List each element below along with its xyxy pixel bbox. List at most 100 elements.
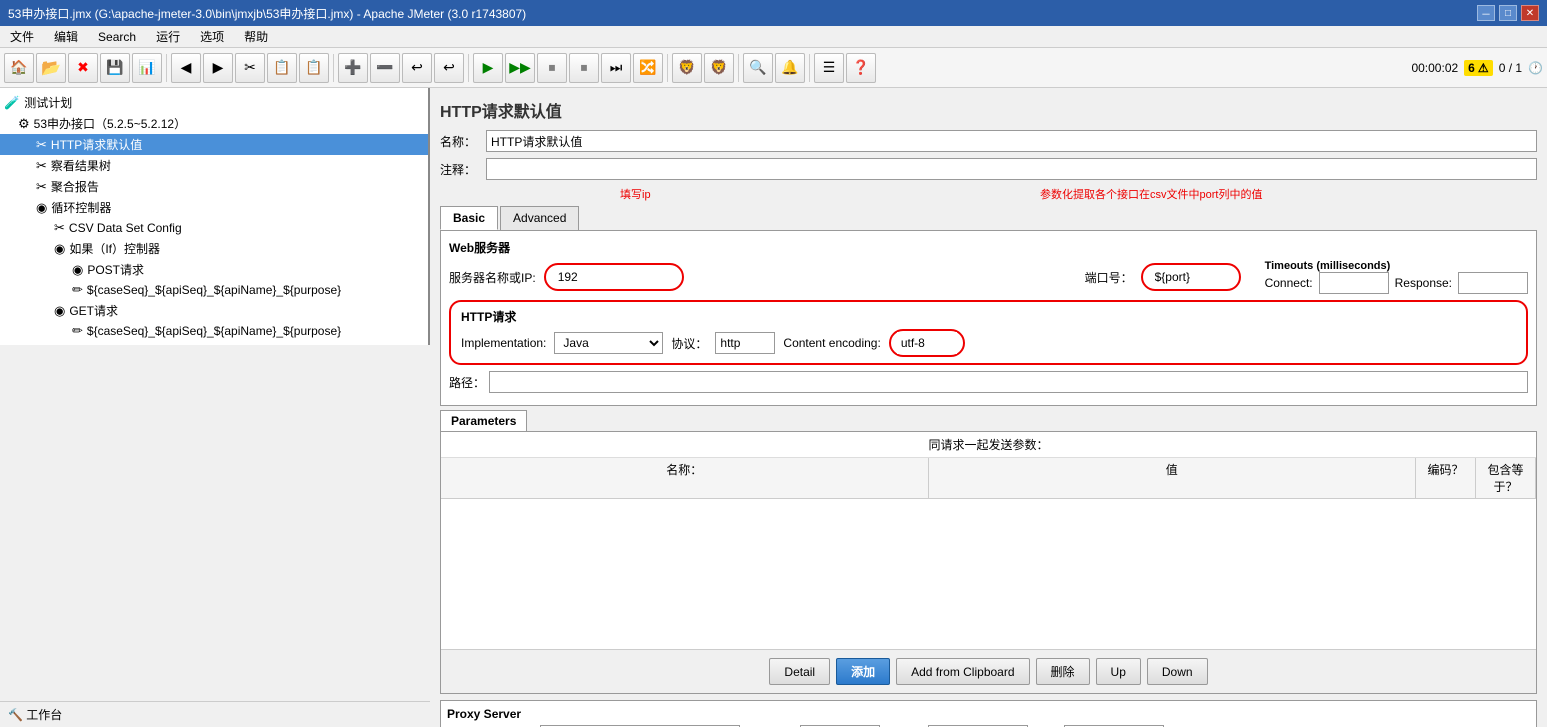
path-input[interactable] — [489, 371, 1528, 393]
post-label: POST请求 — [87, 261, 144, 278]
parameters-section: Parameters 同请求一起发送参数： 名称： 值 编码？ 包含等于？ De… — [440, 410, 1537, 694]
main-layout: 🧪 测试计划 ⚙ 53申办接口（5.2.5~5.2.12） ✂ HTTP请求默认… — [0, 88, 1547, 727]
minimize-button[interactable]: － — [1477, 5, 1495, 21]
params-box: 同请求一起发送参数： 名称： 值 编码？ 包含等于？ Detail 添加 Add… — [440, 431, 1537, 694]
port-input[interactable] — [1151, 266, 1231, 288]
toolbar-back[interactable]: ◀ — [171, 53, 201, 83]
toolbar-sep5 — [738, 54, 739, 82]
close-button[interactable]: ✕ — [1521, 5, 1539, 21]
config-title: HTTP请求默认值 — [440, 98, 1537, 122]
web-server-label: Web服务器 — [449, 239, 1528, 256]
menu-options[interactable]: 选项 — [194, 27, 230, 46]
response-input[interactable] — [1458, 272, 1528, 294]
col-name: 名称： — [441, 458, 929, 498]
tree-item-test-plan[interactable]: 🧪 测试计划 — [0, 92, 428, 113]
add-clipboard-button[interactable]: Add from Clipboard — [896, 658, 1029, 685]
name-input[interactable] — [486, 130, 1537, 152]
toolbar-new[interactable]: 🏠 — [4, 53, 34, 83]
test-plan-label: 测试计划 — [24, 94, 72, 111]
toolbar-list[interactable]: ☰ — [814, 53, 844, 83]
toolbar-collapse[interactable]: ➖ — [370, 53, 400, 83]
comment-row: 注释： — [440, 158, 1537, 180]
tab-advanced[interactable]: Advanced — [500, 206, 579, 230]
param-tab-bar: Parameters — [440, 410, 1537, 431]
toolbar-lion1[interactable]: 🦁 — [672, 53, 702, 83]
protocol-input[interactable] — [715, 332, 775, 354]
progress-display: 0 / 1 — [1499, 61, 1522, 75]
warn-badge: 6 ⚠ — [1464, 60, 1493, 76]
tree-item-get-req[interactable]: ◉ GET请求 — [0, 300, 428, 321]
tab-bar: Basic Advanced — [440, 206, 1537, 230]
toolbar: 🏠 📂 ✖ 💾 📊 ◀ ▶ ✂ 📋 📋 ➕ ➖ ↩ ↩ ▶ ▶▶ ⏹ ⏹ ⏭ 🔀… — [0, 48, 1547, 88]
if-icon: ◉ — [54, 241, 65, 257]
connect-input[interactable] — [1319, 272, 1389, 294]
detail-button[interactable]: Detail — [769, 658, 830, 685]
toolbar-shuffle[interactable]: 🔀 — [633, 53, 663, 83]
toolbar-stop2[interactable]: ⏹ — [537, 53, 567, 83]
toolbar-sep3 — [468, 54, 469, 82]
delete-button[interactable]: 删除 — [1036, 658, 1090, 685]
tree-item-get-sub[interactable]: ✏ ${caseSeq}_${apiSeq}_${apiName}_${purp… — [0, 321, 428, 341]
if-label: 如果（If）控制器 — [69, 240, 160, 257]
toolbar-sep6 — [809, 54, 810, 82]
encoding-input[interactable] — [897, 332, 957, 354]
toolbar-undo[interactable]: ↩ — [402, 53, 432, 83]
post-sub-label: ${caseSeq}_${apiSeq}_${apiName}_${purpos… — [87, 283, 341, 297]
server-ip-input[interactable] — [554, 266, 674, 288]
param-tab-parameters[interactable]: Parameters — [440, 410, 527, 431]
tree-item-post-sub[interactable]: ✏ ${caseSeq}_${apiSeq}_${apiName}_${purp… — [0, 280, 428, 300]
tree-item-http-default[interactable]: ✂ HTTP请求默认值 — [0, 134, 428, 155]
http-request-label: HTTP请求 — [461, 308, 1516, 325]
toolbar-run[interactable]: ▶ — [473, 53, 503, 83]
toolbar-paste[interactable]: 📋 — [299, 53, 329, 83]
tree-item-csv[interactable]: ✂ CSV Data Set Config — [0, 218, 428, 238]
toolbar-cut[interactable]: ✂ — [235, 53, 265, 83]
http-default-label: HTTP请求默认值 — [51, 136, 142, 153]
menu-run[interactable]: 运行 — [150, 27, 186, 46]
up-button[interactable]: Up — [1096, 658, 1141, 685]
get-sub-icon: ✏ — [72, 323, 83, 339]
proxy-title: Proxy Server — [447, 707, 1530, 721]
toolbar-remote[interactable]: ⏭ — [601, 53, 631, 83]
menu-search[interactable]: Search — [92, 29, 142, 45]
toolbar-redo[interactable]: ↩ — [434, 53, 464, 83]
toolbar-expand[interactable]: ➕ — [338, 53, 368, 83]
toolbar-forward[interactable]: ▶ — [203, 53, 233, 83]
toolbar-copy[interactable]: 📋 — [267, 53, 297, 83]
encoding-label: Content encoding: — [783, 336, 880, 350]
tree-item-api53[interactable]: ⚙ 53申办接口（5.2.5~5.2.12） — [0, 113, 428, 134]
col-include: 包含等于？ — [1476, 458, 1536, 498]
comment-label: 注释： — [440, 161, 480, 178]
tree-item-if-ctrl[interactable]: ◉ 如果（If）控制器 — [0, 238, 428, 259]
menu-file[interactable]: 文件 — [4, 27, 40, 46]
tree-item-post-req[interactable]: ◉ POST请求 — [0, 259, 428, 280]
down-button[interactable]: Down — [1147, 658, 1208, 685]
menu-edit[interactable]: 编辑 — [48, 27, 84, 46]
col-value: 值 — [929, 458, 1417, 498]
add-button[interactable]: 添加 — [836, 658, 890, 685]
tab-basic[interactable]: Basic — [440, 206, 498, 230]
maximize-button[interactable]: □ — [1499, 5, 1517, 21]
toolbar-run-all[interactable]: ▶▶ — [505, 53, 535, 83]
toolbar-stop3[interactable]: ⏹ — [569, 53, 599, 83]
implementation-select[interactable]: Java HTTPClient4 HTTPClient3.1 — [554, 332, 663, 354]
api53-icon: ⚙ — [18, 116, 30, 132]
toolbar-lion2[interactable]: 🦁 — [704, 53, 734, 83]
tree-item-aggregate[interactable]: ✂ 聚合报告 — [0, 176, 428, 197]
server-ip-highlight — [544, 263, 684, 291]
comment-input[interactable] — [486, 158, 1537, 180]
csv-icon: ✂ — [54, 220, 65, 236]
toolbar-bell[interactable]: 🔔 — [775, 53, 805, 83]
toolbar-chart[interactable]: 📊 — [132, 53, 162, 83]
tree-item-loop-ctrl[interactable]: ◉ 循环控制器 — [0, 197, 428, 218]
toolbar-save[interactable]: 💾 — [100, 53, 130, 83]
name-label: 名称： — [440, 133, 480, 150]
get-icon: ◉ — [54, 303, 65, 319]
toolbar-search[interactable]: 🔍 — [743, 53, 773, 83]
toolbar-stop[interactable]: ✖ — [68, 53, 98, 83]
get-label: GET请求 — [69, 302, 118, 319]
tree-item-view-results[interactable]: ✂ 察看结果树 — [0, 155, 428, 176]
toolbar-help[interactable]: ❓ — [846, 53, 876, 83]
toolbar-open[interactable]: 📂 — [36, 53, 66, 83]
menu-help[interactable]: 帮助 — [238, 27, 274, 46]
